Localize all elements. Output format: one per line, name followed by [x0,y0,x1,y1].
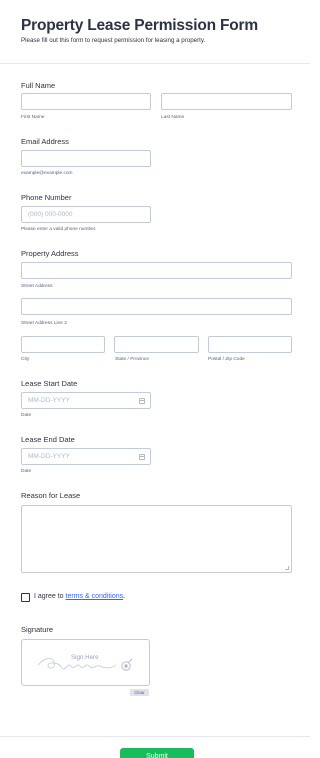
last-name-sublabel: Last Name [161,115,185,120]
street-address-line2-sublabel: Street Address Line 2 [21,321,67,326]
signature-pad[interactable]: Sign Here [21,639,150,686]
terms-suffix: . [123,593,126,600]
resize-handle-icon[interactable] [285,566,289,570]
terms-text: I agree to terms & conditions. [34,593,125,600]
street-address-sublabel: Street Address [21,284,53,289]
first-name-sublabel: First Name [21,115,45,120]
property-address-label: Property Address [21,249,79,258]
lease-end-label: Lease End Date [21,435,75,444]
street-address-line2-input[interactable] [21,298,292,315]
city-input[interactable] [21,336,105,353]
reason-textarea[interactable] [21,505,292,573]
calendar-icon[interactable] [139,454,145,460]
reason-label: Reason for Lease [21,491,81,500]
email-input[interactable] [21,150,151,167]
lease-end-placeholder: MM-DD-YYYY [28,453,70,460]
footer-divider [0,736,310,737]
form-title: Property Lease Permission Form [21,17,258,34]
first-name-input[interactable] [21,93,151,110]
full-name-label: Full Name [21,81,56,90]
city-sublabel: City [21,357,30,362]
lease-start-sublabel: Date [21,413,32,418]
street-address-input[interactable] [21,262,292,279]
zip-sublabel: Postal / Zip Code [208,357,245,362]
calendar-icon[interactable] [139,398,145,404]
email-label: Email Address [21,137,69,146]
lease-start-input[interactable]: MM-DD-YYYY [21,392,151,409]
email-sublabel: example@example.com [21,171,73,176]
state-input[interactable] [114,336,199,353]
phone-sublabel: Please enter a valid phone number. [21,227,97,232]
last-name-input[interactable] [161,93,292,110]
terms-prefix: I agree to [34,593,66,600]
terms-link[interactable]: terms & conditions [66,593,124,600]
zip-input[interactable] [208,336,292,353]
signature-hint: Sign Here [71,654,99,661]
phone-label: Phone Number [21,193,72,202]
terms-checkbox[interactable] [21,593,30,602]
form-header: Property Lease Permission Form Please fi… [0,0,310,64]
state-sublabel: State / Province [115,357,149,362]
phone-placeholder: (000) 000-0000 [28,211,73,218]
signature-label: Signature [21,625,54,634]
lease-start-placeholder: MM-DD-YYYY [28,397,70,404]
submit-button[interactable]: Submit [120,748,194,758]
lease-end-input[interactable]: MM-DD-YYYY [21,448,151,465]
form-subtitle: Please fill out this form to request per… [21,37,206,44]
lease-start-label: Lease Start Date [21,379,78,388]
phone-input[interactable]: (000) 000-0000 [21,206,151,223]
lease-end-sublabel: Date [21,469,32,474]
clear-signature-button[interactable]: Clear [130,689,149,696]
